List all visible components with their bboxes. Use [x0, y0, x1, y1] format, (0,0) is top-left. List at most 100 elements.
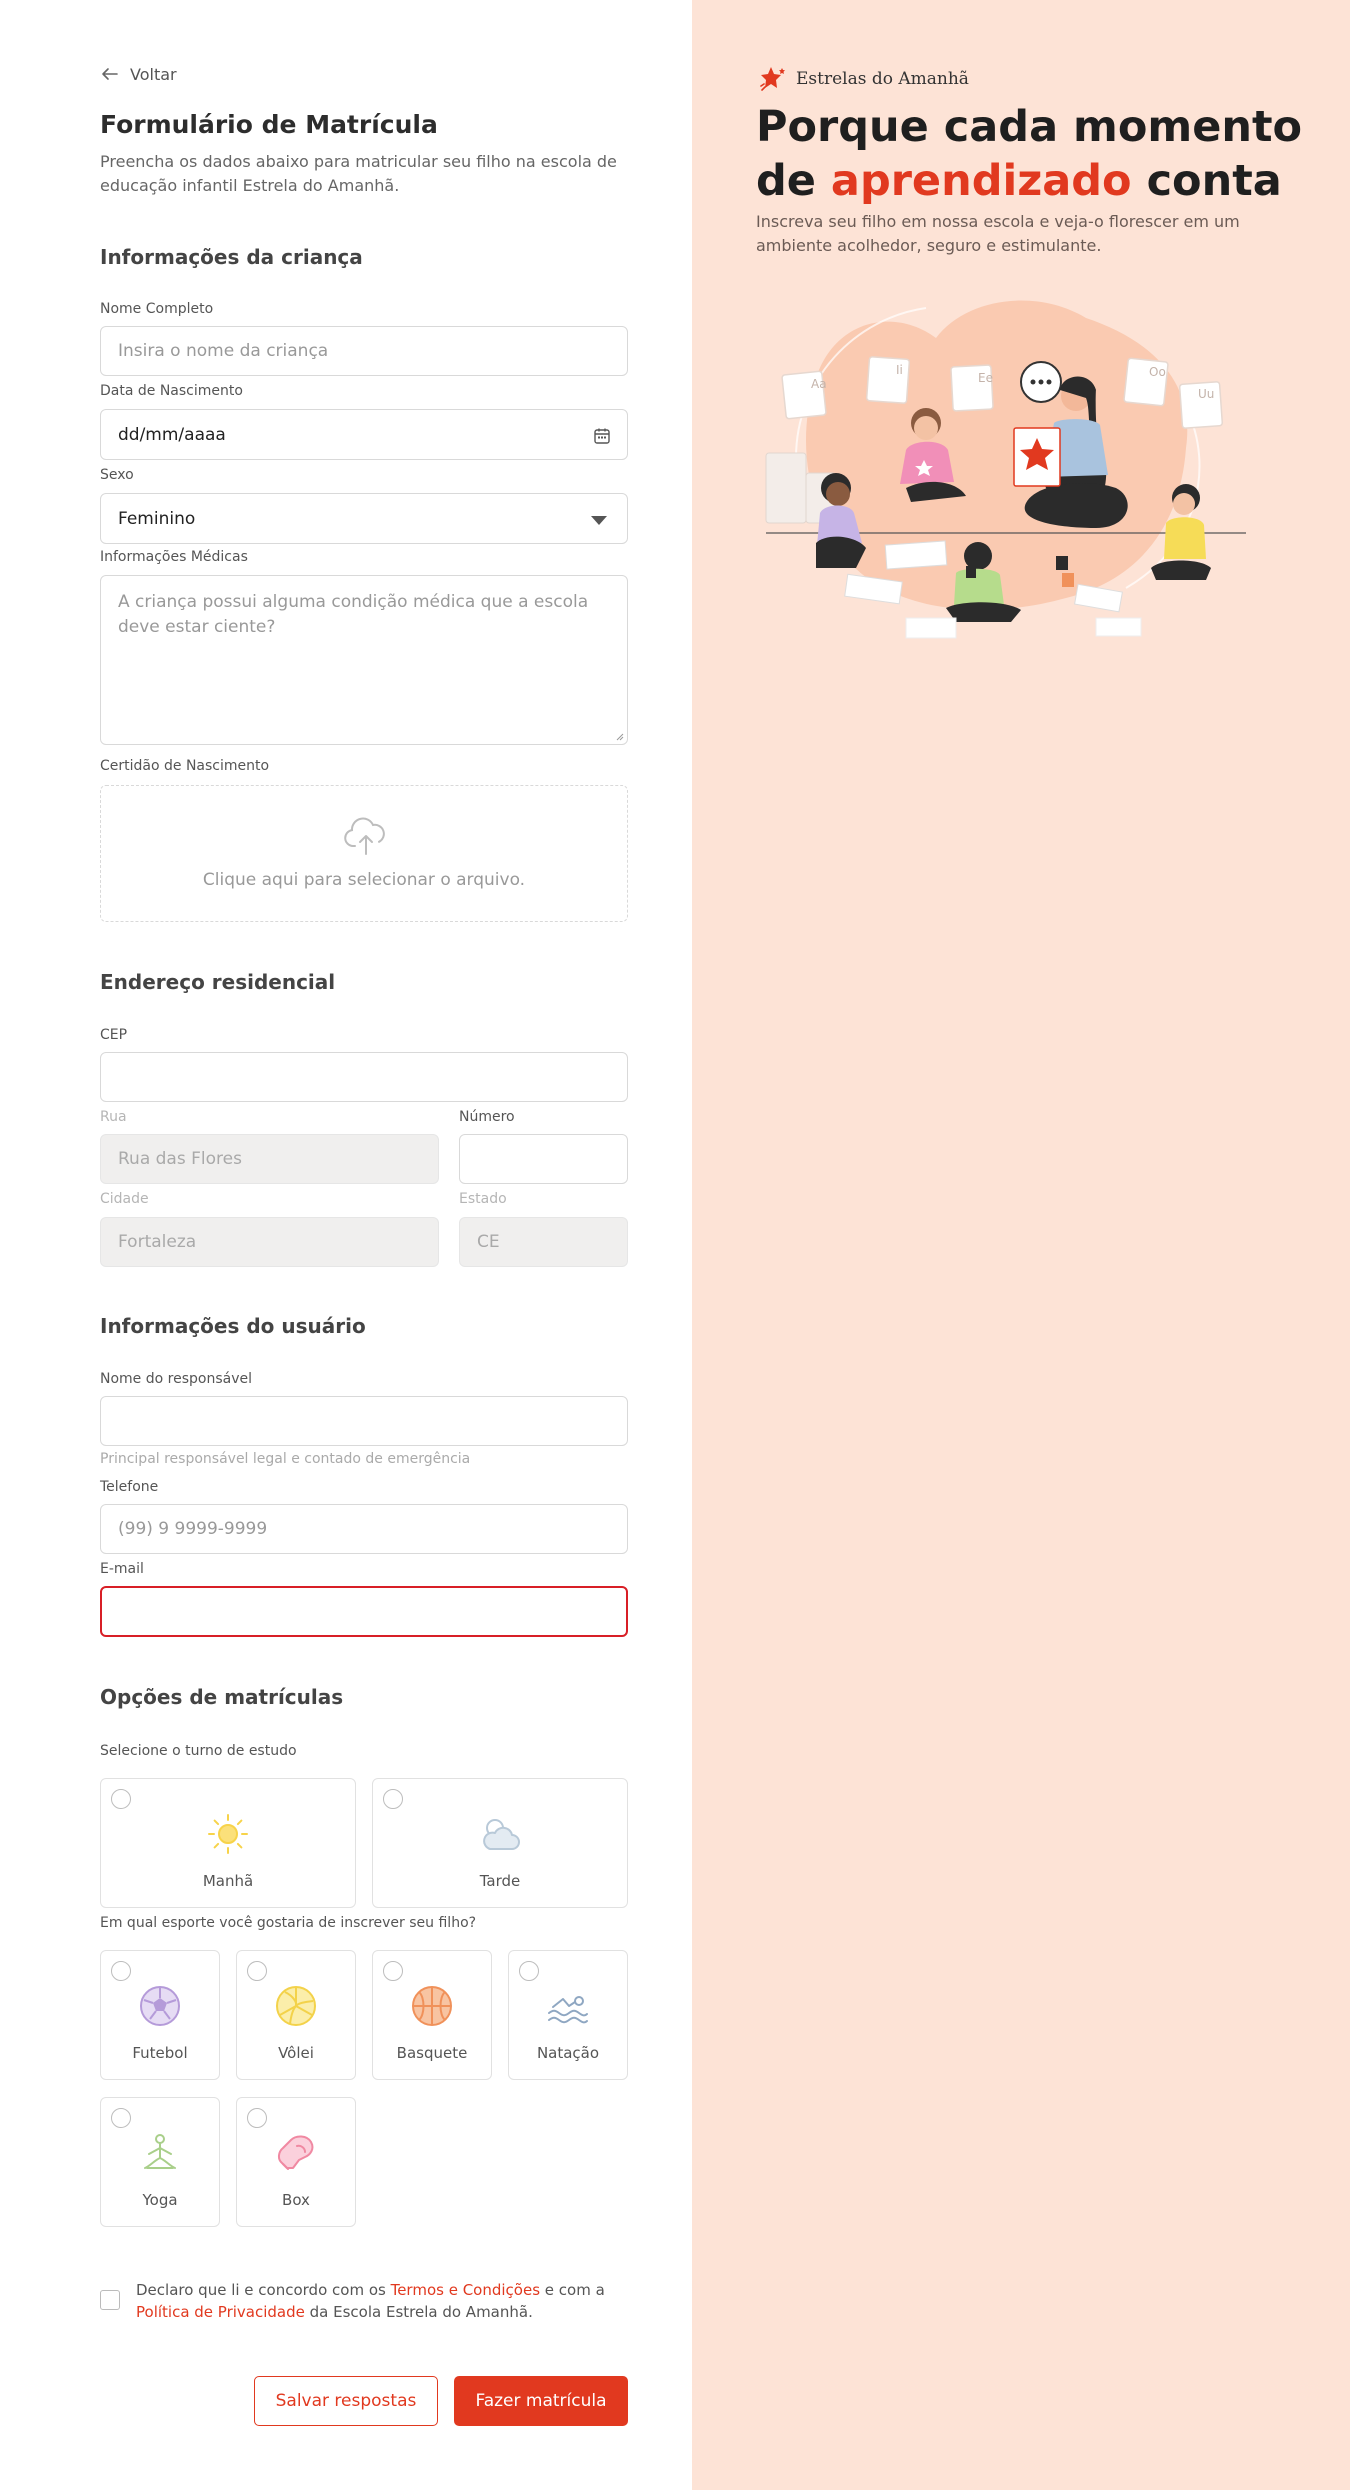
form-title: Formulário de Matrícula: [100, 110, 438, 139]
back-label: Voltar: [130, 64, 177, 84]
shift-label-morning: Manhã: [202, 1872, 254, 1890]
svg-text:Ii: Ii: [896, 363, 903, 377]
sport-radio-soccer[interactable]: [111, 1961, 131, 1981]
child-name-label: Nome Completo: [100, 301, 214, 317]
classroom-illustration: Aa Ii Ee Oo Uu: [765, 300, 1246, 639]
sport-card-volleyball[interactable]: Vôlei: [236, 1950, 356, 2080]
sex-label: Sexo: [100, 467, 134, 483]
email-label: E-mail: [100, 1561, 144, 1577]
section-title-child: Informações da criança: [100, 245, 363, 269]
email-input[interactable]: [100, 1586, 628, 1637]
calendar-icon[interactable]: [593, 427, 611, 445]
boxing-glove-icon: [277, 2135, 314, 2170]
section-title-user: Informações do usuário: [100, 1314, 366, 1338]
svg-text:Ee: Ee: [978, 371, 993, 385]
city-value: Fortaleza: [118, 1232, 197, 1252]
city-label: Cidade: [100, 1191, 149, 1207]
shift-label-afternoon: Tarde: [479, 1872, 521, 1890]
birth-date-value: dd/mm/aaaa: [118, 424, 226, 445]
sex-select[interactable]: Feminino: [100, 493, 628, 544]
sport-label-soccer: Futebol: [132, 2044, 188, 2062]
svg-text:Uu: Uu: [1198, 387, 1214, 401]
terms-link[interactable]: Termos e Condições: [391, 2281, 540, 2299]
medical-info-label: Informações Médicas: [100, 549, 248, 565]
shift-question: Selecione o turno de estudo: [100, 1743, 297, 1759]
section-title-address: Endereço residencial: [100, 970, 336, 994]
sport-card-soccer[interactable]: Futebol: [100, 1950, 220, 2080]
sport-card-swimming[interactable]: Natação: [508, 1950, 628, 2080]
shift-radio-afternoon[interactable]: [383, 1789, 403, 1809]
sun-icon: [208, 1814, 248, 1854]
phone-input[interactable]: (99) 9 9999-9999: [100, 1504, 628, 1554]
svg-text:Aa: Aa: [811, 377, 827, 391]
resize-handle-icon[interactable]: [614, 731, 624, 741]
yoga-icon: [144, 2134, 176, 2169]
terms-checkbox[interactable]: [100, 2290, 120, 2310]
sport-card-box[interactable]: Box: [236, 2097, 356, 2227]
chevron-down-icon: [591, 516, 607, 525]
volleyball-icon: [276, 1986, 316, 2026]
sex-value: Feminino: [118, 508, 196, 529]
number-label: Número: [459, 1109, 515, 1125]
save-button[interactable]: Salvar respostas: [254, 2376, 438, 2426]
sport-label-box: Box: [282, 2191, 310, 2209]
privacy-link[interactable]: Política de Privacidade: [136, 2303, 305, 2321]
sport-label-basketball: Basquete: [396, 2044, 468, 2062]
back-link[interactable]: Voltar: [100, 64, 177, 84]
headline-accent: aprendizado: [830, 156, 1132, 206]
headline-line-2b: conta: [1131, 156, 1282, 206]
sport-radio-volleyball[interactable]: [247, 1961, 267, 1981]
sport-radio-swimming[interactable]: [519, 1961, 539, 1981]
sport-label-swimming: Natação: [536, 2044, 600, 2062]
certificate-upload[interactable]: Clique aqui para selecionar o arquivo.: [100, 785, 628, 922]
birth-date-label: Data de Nascimento: [100, 383, 243, 399]
medical-info-textarea[interactable]: A criança possui alguma condição médica …: [100, 575, 628, 745]
street-value: Rua das Flores: [118, 1149, 242, 1169]
terms-pre: Declaro que li e concordo com os: [136, 2281, 391, 2299]
cloud-upload-icon: [344, 817, 385, 855]
birth-date-input[interactable]: dd/mm/aaaa: [100, 409, 628, 460]
hero-subtext: Inscreva seu filho em nossa escola e vej…: [756, 212, 1240, 255]
sport-card-yoga[interactable]: Yoga: [100, 2097, 220, 2227]
sport-radio-basketball[interactable]: [383, 1961, 403, 1981]
medical-info-placeholder: A criança possui alguma condição médica …: [118, 592, 589, 637]
submit-button[interactable]: Fazer matrícula: [454, 2376, 628, 2426]
shift-radio-morning[interactable]: [111, 1789, 131, 1809]
sport-label-yoga: Yoga: [142, 2191, 178, 2209]
shift-card-morning[interactable]: Manhã: [100, 1778, 356, 1908]
sport-radio-box[interactable]: [247, 2108, 267, 2128]
city-input: Fortaleza: [100, 1217, 439, 1267]
sport-card-basketball[interactable]: Basquete: [372, 1950, 492, 2080]
guardian-input[interactable]: [100, 1396, 628, 1446]
child-name-input[interactable]: Insira o nome da criança: [100, 326, 628, 376]
sport-radio-yoga[interactable]: [111, 2108, 131, 2128]
cep-label: CEP: [100, 1027, 128, 1043]
terms-mid: e com a: [540, 2281, 605, 2299]
sport-label-volleyball: Vôlei: [278, 2044, 314, 2062]
svg-text:Oo: Oo: [1149, 365, 1166, 379]
cep-input[interactable]: [100, 1052, 628, 1102]
swimmer-icon: [548, 1996, 588, 2024]
sport-question: Em qual esporte você gostaria de inscrev…: [100, 1915, 477, 1931]
state-input: CE: [459, 1217, 628, 1267]
street-label: Rua: [100, 1109, 127, 1125]
child-name-placeholder: Insira o nome da criança: [118, 341, 329, 361]
star-logo-icon: [760, 67, 785, 91]
shift-card-afternoon[interactable]: Tarde: [372, 1778, 628, 1908]
guardian-help: Principal responsável legal e contado de…: [100, 1451, 471, 1467]
street-input: Rua das Flores: [100, 1134, 439, 1184]
cloud-sun-icon: [483, 1819, 520, 1850]
section-title-enrollment: Opções de matrículas: [100, 1685, 344, 1709]
headline-line-2a: de: [756, 156, 831, 206]
guardian-label: Nome do responsável: [100, 1371, 252, 1387]
form-panel: Voltar Formulário de Matrícula Preencha …: [0, 0, 692, 2490]
phone-label: Telefone: [100, 1479, 159, 1495]
phone-placeholder: (99) 9 9999-9999: [118, 1519, 268, 1539]
upload-text: Clique aqui para selecionar o arquivo.: [202, 870, 526, 890]
hero-headline: Porque cada momento de aprendizado conta: [756, 100, 1316, 208]
brand-logo: Estrelas do Amanhã: [758, 64, 969, 94]
soccer-ball-icon: [140, 1986, 180, 2026]
state-label: Estado: [459, 1191, 507, 1207]
arrow-left-icon: [102, 68, 118, 80]
number-input[interactable]: [459, 1134, 628, 1184]
